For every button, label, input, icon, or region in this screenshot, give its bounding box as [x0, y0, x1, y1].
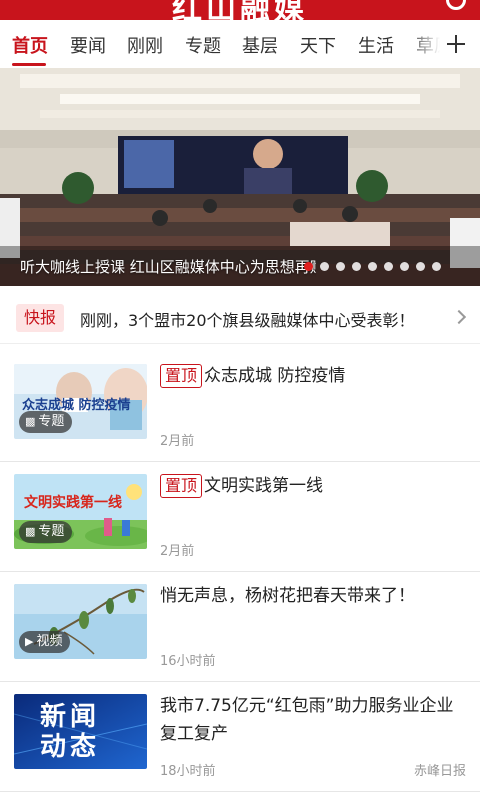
news-thumbnail: 文明实践第一线 ▩ 专题	[14, 474, 147, 549]
tab-fade	[408, 20, 440, 68]
pager-dot[interactable]	[384, 262, 393, 271]
news-title-text[interactable]: 我市7.75亿元“红包雨”助力服务业企业复工复产	[160, 696, 453, 744]
news-title-text[interactable]: 文明实践第一线	[204, 476, 323, 496]
pager-dot[interactable]	[432, 262, 441, 271]
video-tag-label: 视频	[36, 634, 63, 649]
pinned-badge: 置顶	[160, 474, 203, 498]
news-time: 18小时前	[160, 764, 216, 779]
news-thumbnail: 新闻动态	[14, 694, 147, 769]
news-title[interactable]: 置顶 众志成城 防控疫情	[160, 362, 466, 390]
tab-home[interactable]: 首页	[12, 32, 48, 58]
tab-world[interactable]: 天下	[300, 32, 336, 58]
channel-tab-list: 首页 要闻 刚刚 专题 基层 天下 生活 草原	[0, 20, 440, 68]
news-title[interactable]: 悄无声息，杨树花把春天带来了！	[160, 582, 466, 610]
pinned-badge: 置顶	[160, 364, 203, 388]
add-channel-icon[interactable]	[440, 28, 472, 60]
topic-tag: ▩ 专题	[19, 411, 73, 433]
tab-topics[interactable]: 专题	[185, 32, 221, 58]
chevron-right-icon	[451, 309, 467, 325]
news-item[interactable]: ▶ 视频 悄无声息，杨树花把春天带来了！ 16小时前	[0, 572, 480, 682]
news-item[interactable]: 新闻动态 我市7.75亿元“红包雨”助力服务业企业复工复产 18小时前 赤峰日报	[0, 682, 480, 792]
banner-image	[0, 68, 480, 286]
pager-dot[interactable]	[304, 262, 313, 271]
thumb-overlay-text: 文明实践第一线	[24, 495, 122, 511]
flash-news-bar[interactable]: 快报 刚刚，3个盟市20个旗县级融媒体中心受表彰！	[0, 292, 480, 344]
pager-dot[interactable]	[320, 262, 329, 271]
video-tag: ▶ 视频	[19, 631, 71, 653]
pager-dot[interactable]	[368, 262, 377, 271]
news-time: 2月前	[160, 544, 195, 559]
active-tab-indicator	[12, 63, 46, 66]
channel-tabs: 首页 要闻 刚刚 专题 基层 天下 生活 草原	[0, 20, 480, 68]
app-title: 红山融媒	[172, 0, 308, 20]
topic-tag: ▩ 专题	[19, 521, 73, 543]
grid-icon: ▩	[25, 415, 36, 428]
banner-caption[interactable]: 听大咖线上授课 红山区融媒体中心为思想再赋能	[20, 256, 316, 277]
topic-tag-label: 专题	[38, 524, 65, 539]
news-time: 2月前	[160, 434, 195, 449]
news-thumbnail: 众志成城 防控疫情 ▩ 专题	[14, 364, 147, 439]
pager-dot[interactable]	[352, 262, 361, 271]
news-thumbnail: ▶ 视频	[14, 584, 147, 659]
grid-icon: ▩	[25, 525, 36, 538]
app-header: 红山融媒	[0, 0, 480, 20]
news-title-text[interactable]: 悄无声息，杨树花把春天带来了！	[160, 586, 415, 606]
news-title[interactable]: 置顶 文明实践第一线	[160, 472, 466, 500]
tab-grassroots[interactable]: 基层	[242, 32, 278, 58]
flash-badge: 快报	[16, 304, 64, 332]
pager-dot[interactable]	[336, 262, 345, 271]
app-screen: 红山融媒 首页 要闻 刚刚 专题 基层 天下 生活 草原	[0, 0, 480, 800]
flash-headline[interactable]: 刚刚，3个盟市20个旗县级融媒体中心受表彰！	[80, 307, 415, 331]
news-source: 赤峰日报	[413, 764, 466, 779]
news-item[interactable]: 众志成城 防控疫情 ▩ 专题 置顶 众志成城 防控疫情 2月前	[0, 352, 480, 462]
tab-headlines[interactable]: 要闻	[70, 32, 106, 58]
news-item[interactable]: 文明实践第一线 ▩ 专题 置顶 文明实践第一线 2月前	[0, 462, 480, 572]
topic-tag-label: 专题	[38, 414, 65, 429]
headline-banner[interactable]	[0, 68, 480, 286]
play-icon: ▶	[25, 635, 34, 648]
pager-dot[interactable]	[416, 262, 425, 271]
pager-dot[interactable]	[400, 262, 409, 271]
news-title-text[interactable]: 众志成城 防控疫情	[204, 366, 345, 386]
tab-life[interactable]: 生活	[358, 32, 394, 58]
tab-just-now[interactable]: 刚刚	[127, 32, 163, 58]
thumb-overlay-text: 新闻动态	[40, 702, 101, 762]
news-time: 16小时前	[160, 654, 216, 669]
news-title[interactable]: 我市7.75亿元“红包雨”助力服务业企业复工复产	[160, 692, 466, 748]
